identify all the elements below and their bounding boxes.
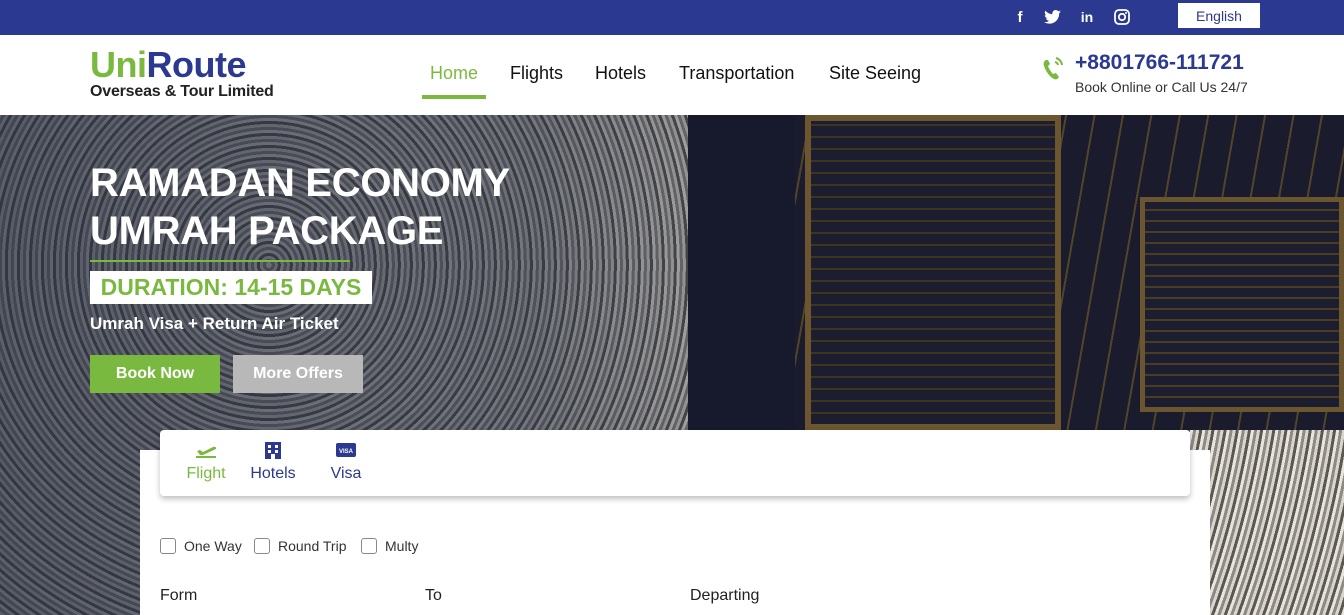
tab-flight[interactable]: Flight (176, 430, 236, 496)
logo-route-text: Route (146, 44, 247, 85)
tab-visa[interactable]: VISA Visa (324, 430, 368, 496)
tab-visa-label: Visa (330, 465, 362, 482)
trip-type-multy[interactable]: Multy (361, 538, 418, 554)
nav-hotels[interactable]: Hotels (595, 63, 646, 101)
nav-transportation[interactable]: Transportation (679, 63, 794, 101)
tab-hotels-label: Hotels (250, 465, 296, 482)
to-label: To (425, 587, 442, 604)
hero-divider (90, 260, 350, 262)
hero-title: RAMADAN ECONOMY UMRAH PACKAGE (90, 159, 510, 255)
instagram-icon[interactable] (1112, 7, 1132, 27)
building-icon (264, 440, 282, 460)
tab-flight-label: Flight (186, 465, 226, 482)
multy-label: Multy (385, 538, 419, 554)
hero-title-line1: RAMADAN ECONOMY (90, 161, 510, 205)
more-offers-button[interactable]: More Offers (233, 355, 363, 393)
phone-icon (1043, 57, 1063, 80)
nav-active-indicator (422, 95, 486, 99)
book-now-button[interactable]: Book Now (90, 355, 220, 393)
logo-subtitle: Overseas & Tour Limited (90, 83, 274, 100)
search-tabs: Flight Hotels VISA Visa (160, 430, 1190, 496)
logo[interactable]: UniRoute Overseas & Tour Limited (90, 47, 274, 101)
nav-site-seeing[interactable]: Site Seeing (829, 63, 921, 101)
twitter-icon[interactable] (1042, 7, 1062, 27)
nav-flights[interactable]: Flights (510, 63, 563, 101)
plane-icon (195, 440, 217, 460)
trip-type-round-trip[interactable]: Round Trip (254, 538, 346, 554)
language-button[interactable]: English (1178, 3, 1260, 28)
one-way-checkbox[interactable] (160, 538, 176, 554)
kaaba-panel (805, 115, 1061, 430)
one-way-label: One Way (184, 538, 242, 554)
top-bar: f in English (0, 0, 1344, 35)
visa-card-icon: VISA (336, 440, 356, 460)
linkedin-icon[interactable]: in (1077, 7, 1097, 27)
phone-subtitle: Book Online or Call Us 24/7 (1075, 79, 1248, 95)
multy-checkbox[interactable] (361, 538, 377, 554)
phone-number[interactable]: +8801766-111721 (1075, 51, 1244, 75)
round-trip-checkbox[interactable] (254, 538, 270, 554)
facebook-icon[interactable]: f (1010, 7, 1030, 27)
kaaba-panel-right (1140, 197, 1344, 412)
departing-label: Departing (690, 587, 760, 604)
round-trip-label: Round Trip (278, 538, 347, 554)
from-label: Form (160, 587, 198, 604)
trip-type-one-way[interactable]: One Way (160, 538, 242, 554)
duration-badge: DURATION: 14-15 DAYS (90, 271, 372, 304)
tab-hotels[interactable]: Hotels (246, 430, 300, 496)
hero-title-line2: UMRAH PACKAGE (90, 209, 444, 253)
svg-text:VISA: VISA (339, 449, 354, 455)
site-header: UniRoute Overseas & Tour Limited (0, 35, 1344, 115)
logo-uni-text: Uni (90, 44, 147, 85)
hero-subtitle: Umrah Visa + Return Air Ticket (90, 314, 339, 333)
